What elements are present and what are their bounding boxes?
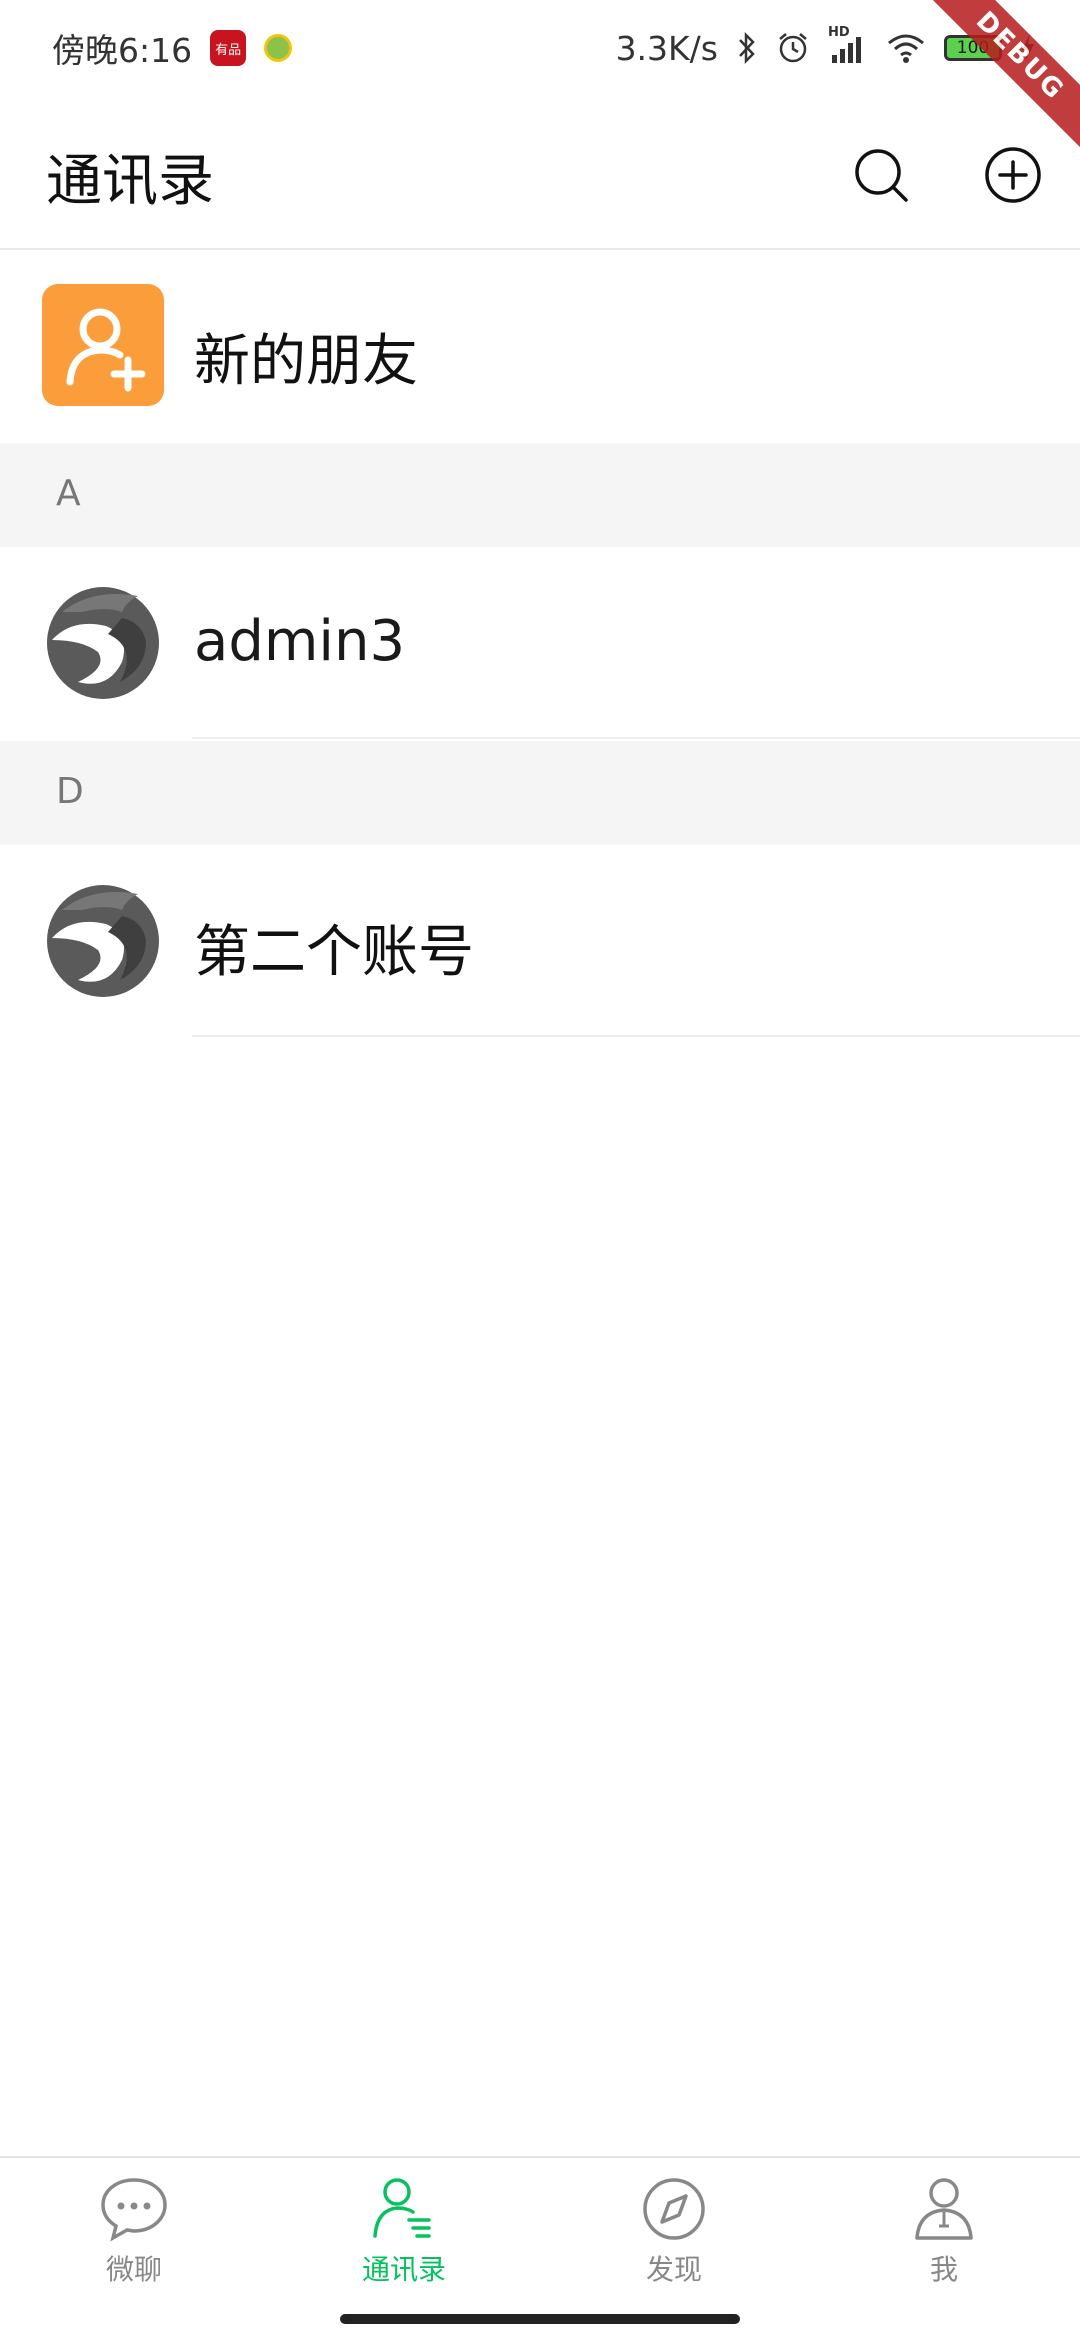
home-indicator[interactable] (340, 2314, 740, 2324)
section-header-a: A (0, 443, 1080, 547)
alarm-icon (779, 33, 807, 63)
nav-tab-chats[interactable]: 微聊 (54, 2176, 214, 2306)
section-header-d: D (0, 741, 1080, 845)
nav-label: 通讯录 (361, 2253, 446, 2286)
search-icon[interactable] (852, 146, 910, 204)
contact-row-second-account[interactable]: 第二个账号 (0, 845, 1080, 1037)
contact-row-admin3[interactable]: admin3 (0, 547, 1080, 739)
contact-avatar (47, 885, 159, 997)
app-bar: 通讯录 (0, 96, 1080, 250)
chat-bubble-icon (101, 2178, 167, 2242)
new-friends-avatar (42, 284, 164, 406)
status-bar: 傍晚6:16 有品 3.3K/s HD 100 (0, 0, 1080, 96)
new-friends-label: 新的朋友 (194, 329, 418, 394)
row-divider (192, 1035, 1080, 1037)
status-time: 傍晚6:16 (52, 31, 193, 70)
new-friends-row[interactable]: 新的朋友 (0, 252, 1080, 442)
nav-tab-me[interactable]: 我 (864, 2176, 1024, 2306)
section-letter: A (56, 473, 81, 514)
nav-label: 我 (929, 2253, 958, 2286)
contacts-icon (373, 2178, 431, 2238)
nav-tab-discover[interactable]: 发现 (594, 2176, 754, 2306)
wifi-icon (888, 34, 924, 63)
signal-icon: HD (828, 25, 868, 65)
section-letter: D (56, 771, 84, 812)
bluetooth-icon (739, 31, 755, 65)
network-speed: 3.3K/s (615, 28, 718, 68)
nav-label: 发现 (645, 2253, 702, 2286)
compass-icon (643, 2178, 705, 2240)
youpin-app-icon: 有品 (210, 30, 247, 66)
contact-name: admin3 (194, 609, 406, 674)
notification-app-icon (264, 34, 293, 62)
profile-icon (915, 2178, 973, 2240)
contact-name: 第二个账号 (194, 920, 474, 985)
row-divider (192, 737, 1080, 739)
page-title: 通讯录 (46, 149, 214, 214)
contact-avatar (47, 587, 159, 699)
add-icon[interactable] (984, 146, 1042, 204)
nav-label: 微聊 (105, 2253, 162, 2286)
nav-tab-contacts[interactable]: 通讯录 (324, 2176, 484, 2306)
add-person-icon (66, 308, 146, 392)
